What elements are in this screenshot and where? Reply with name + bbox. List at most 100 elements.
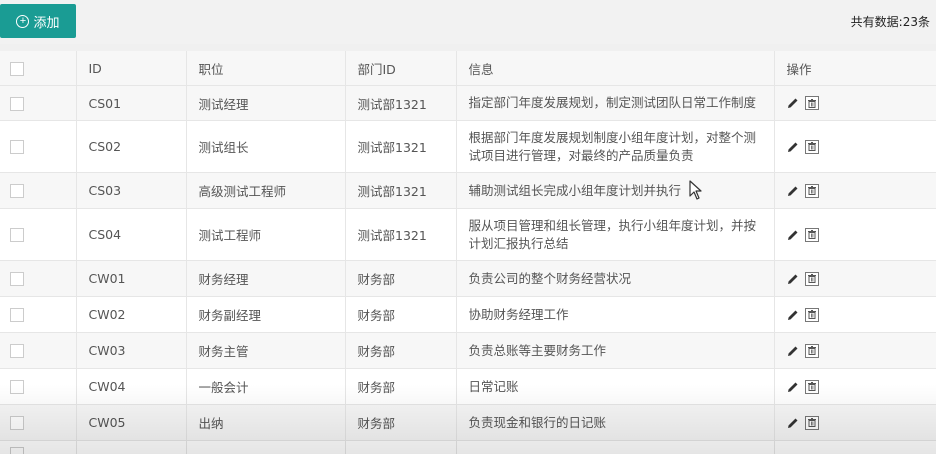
row-select	[0, 296, 77, 333]
select-all-checkbox[interactable]	[10, 61, 24, 76]
row-actions	[787, 307, 924, 322]
cell-actions	[774, 296, 936, 333]
cell-info: 辅助测试组长完成小组年度计划并执行	[456, 172, 775, 209]
cell-dept	[345, 440, 457, 454]
row-checkbox[interactable]	[10, 228, 24, 243]
trash-icon[interactable]	[804, 227, 819, 242]
table-row[interactable]: CS03 高级测试工程师 测试部1321 辅助测试组长完成小组年度计划并执行	[0, 172, 936, 209]
row-checkbox[interactable]	[10, 344, 24, 359]
cell-id: CS03	[76, 172, 187, 209]
cell-dept: 财务部	[345, 332, 457, 369]
row-actions	[787, 271, 924, 286]
row-actions	[787, 343, 924, 358]
trash-icon[interactable]	[804, 183, 819, 198]
cell-actions	[774, 260, 936, 297]
pencil-icon[interactable]	[787, 185, 799, 197]
trash-icon[interactable]	[804, 343, 819, 358]
cell-info: 根据部门年度发展规划制度小组年度计划，对整个测试项目进行管理，对最终的产品质量负…	[456, 120, 775, 173]
pencil-icon[interactable]	[787, 417, 799, 429]
cell-actions	[774, 368, 936, 405]
cell-actions	[774, 208, 936, 261]
table-row[interactable]: CS01 测试经理 测试部1321 指定部门年度发展规划，制定测试团队日常工作制度	[0, 85, 936, 121]
row-actions	[787, 183, 924, 198]
cell-info: 负责总账等主要财务工作	[456, 332, 775, 369]
add-button-label: 添加	[33, 14, 60, 30]
cell-id	[76, 440, 187, 454]
row-checkbox[interactable]	[10, 416, 24, 431]
cell-position: 财务副经理	[186, 296, 346, 333]
trash-icon[interactable]	[804, 307, 819, 322]
pencil-icon[interactable]	[787, 345, 799, 357]
table-row[interactable]: CW01 财务经理 财务部 负责公司的整个财务经营状况	[0, 260, 936, 297]
cell-id: CS02	[76, 120, 187, 173]
header-id: ID	[76, 51, 187, 86]
cell-actions	[774, 85, 936, 121]
cell-id: CW05	[76, 404, 187, 441]
pencil-icon[interactable]	[787, 309, 799, 321]
cell-position: 财务经理	[186, 260, 346, 297]
cell-position: 高级测试工程师	[186, 172, 346, 209]
table-row[interactable]: CS02 测试组长 测试部1321 根据部门年度发展规划制度小组年度计划，对整个测试项…	[0, 120, 936, 173]
trash-icon[interactable]	[804, 96, 819, 110]
header-actions: 操作	[774, 51, 936, 86]
cell-id: CW03	[76, 332, 187, 369]
table-row[interactable]: CW03 财务主管 财务部 负责总账等主要财务工作	[0, 332, 936, 369]
pencil-icon[interactable]	[787, 381, 799, 393]
cell-dept: 财务部	[345, 368, 457, 405]
trash-icon[interactable]	[804, 271, 819, 286]
pencil-icon[interactable]	[787, 141, 799, 153]
cell-position: 出纳	[186, 404, 346, 441]
cell-position: 财务主管	[186, 332, 346, 369]
plus-circle-icon: +	[16, 14, 30, 28]
trash-icon[interactable]	[804, 139, 819, 154]
trash-icon[interactable]	[804, 415, 819, 430]
row-checkbox[interactable]	[10, 96, 24, 111]
data-table-container: ID 职位 部门ID 信息 操作 CS01 测试经理 测试部1321 指定部门年度发展…	[0, 51, 936, 454]
cell-dept: 财务部	[345, 404, 457, 441]
row-checkbox[interactable]	[10, 272, 24, 287]
row-select	[0, 332, 77, 369]
cell-actions	[774, 404, 936, 441]
cell-actions	[774, 120, 936, 173]
row-checkbox[interactable]	[10, 308, 24, 323]
row-checkbox[interactable]	[10, 184, 24, 199]
row-actions	[787, 96, 924, 110]
total-count: 共有数据:23条	[850, 15, 930, 29]
row-select	[0, 208, 77, 261]
row-checkbox[interactable]	[10, 447, 24, 454]
pencil-icon[interactable]	[787, 229, 799, 241]
cell-id: CS04	[76, 208, 187, 261]
row-actions	[787, 139, 924, 154]
cell-actions	[774, 332, 936, 369]
cell-dept: 财务部	[345, 260, 457, 297]
header-dept: 部门ID	[345, 51, 457, 86]
header-select	[0, 51, 77, 86]
cell-info: 指定部门年度发展规划，制定测试团队日常工作制度	[456, 85, 775, 121]
cell-info: 负责公司的整个财务经营状况	[456, 260, 775, 297]
table-row[interactable]: CW04 一般会计 财务部 日常记账	[0, 368, 936, 405]
table-row[interactable]: CW02 财务副经理 财务部 协助财务经理工作	[0, 296, 936, 333]
data-table: ID 职位 部门ID 信息 操作 CS01 测试经理 测试部1321 指定部门年度发展…	[0, 51, 936, 454]
cell-id: CW04	[76, 368, 187, 405]
cell-position: 测试经理	[186, 85, 346, 121]
trash-icon[interactable]	[804, 379, 819, 394]
cell-position: 测试工程师	[186, 208, 346, 261]
cell-id: CW02	[76, 296, 187, 333]
table-row[interactable]: CS04 测试工程师 测试部1321 服从项目管理和组长管理，执行小组年度计划，并按计…	[0, 208, 936, 261]
pencil-icon[interactable]	[787, 273, 799, 285]
row-select	[0, 85, 77, 121]
cell-dept: 财务部	[345, 296, 457, 333]
cell-actions	[774, 172, 936, 209]
add-button[interactable]: + 添加	[0, 4, 76, 38]
cell-info: 协助财务经理工作	[456, 296, 775, 333]
cell-info: 服从项目管理和组长管理，执行小组年度计划，并按计划汇报执行总结	[456, 208, 775, 261]
cell-actions	[774, 440, 936, 454]
row-checkbox[interactable]	[10, 380, 24, 395]
pencil-icon[interactable]	[787, 97, 799, 109]
row-select	[0, 368, 77, 405]
row-actions	[787, 379, 924, 394]
cell-dept: 测试部1321	[345, 208, 457, 261]
row-checkbox[interactable]	[10, 140, 24, 155]
table-row[interactable]: CW05 出纳 财务部 负责现金和银行的日记账	[0, 404, 936, 441]
table-row[interactable]	[0, 440, 936, 454]
